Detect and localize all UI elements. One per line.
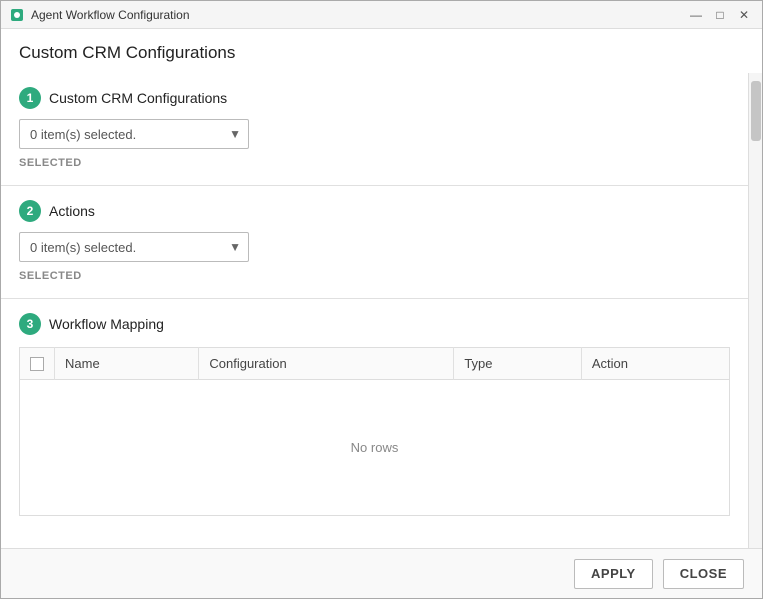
crm-dropdown-wrapper: 0 item(s) selected. ▼ — [19, 119, 249, 149]
table-header-name: Name — [55, 348, 199, 380]
table-body: No rows — [20, 380, 730, 516]
section3-header: 3 Workflow Mapping — [19, 313, 730, 335]
app-icon — [9, 7, 25, 23]
main-panel: 1 Custom CRM Configurations 0 item(s) se… — [1, 73, 748, 548]
section1-title: Custom CRM Configurations — [49, 90, 227, 106]
section2-title: Actions — [49, 203, 95, 219]
window-controls: — □ ✕ — [686, 5, 754, 25]
crm-selected-label: SELECTED — [19, 157, 730, 169]
step3-badge: 3 — [19, 313, 41, 335]
no-rows-cell: No rows — [20, 380, 730, 516]
title-bar: Agent Workflow Configuration — □ ✕ — [1, 1, 762, 29]
workflow-mapping-section: 3 Workflow Mapping Name — [1, 299, 748, 526]
close-button[interactable]: CLOSE — [663, 559, 744, 589]
title-bar-text: Agent Workflow Configuration — [31, 8, 686, 22]
actions-dropdown[interactable]: 0 item(s) selected. — [19, 232, 249, 262]
scrollbar-track[interactable] — [748, 73, 762, 548]
select-all-checkbox[interactable] — [30, 357, 44, 371]
workflow-table: Name Configuration Type Action — [19, 347, 730, 516]
no-rows-row: No rows — [20, 380, 730, 516]
window-close-button[interactable]: ✕ — [734, 5, 754, 25]
maximize-button[interactable]: □ — [710, 5, 730, 25]
table-header-row: Name Configuration Type Action — [20, 348, 730, 380]
apply-button[interactable]: APPLY — [574, 559, 653, 589]
crm-configurations-section: 1 Custom CRM Configurations 0 item(s) se… — [1, 73, 748, 186]
scrollbar-thumb[interactable] — [751, 81, 761, 141]
footer: APPLY CLOSE — [1, 548, 762, 598]
actions-section: 2 Actions 0 item(s) selected. ▼ SELECTED — [1, 186, 748, 299]
table-header-action: Action — [581, 348, 729, 380]
section2-header: 2 Actions — [19, 200, 730, 222]
minimize-button[interactable]: — — [686, 5, 706, 25]
section1-header: 1 Custom CRM Configurations — [19, 87, 730, 109]
table-header-type: Type — [454, 348, 582, 380]
step2-badge: 2 — [19, 200, 41, 222]
table-header-configuration: Configuration — [199, 348, 454, 380]
page-title: Custom CRM Configurations — [1, 29, 762, 73]
table-header-checkbox-col — [20, 348, 55, 380]
actions-dropdown-wrapper: 0 item(s) selected. ▼ — [19, 232, 249, 262]
content-area: 1 Custom CRM Configurations 0 item(s) se… — [1, 73, 762, 548]
crm-configurations-dropdown[interactable]: 0 item(s) selected. — [19, 119, 249, 149]
actions-selected-label: SELECTED — [19, 270, 730, 282]
select-all-checkbox-wrapper — [30, 357, 44, 371]
app-window: Agent Workflow Configuration — □ ✕ Custo… — [0, 0, 763, 599]
section3-title: Workflow Mapping — [49, 316, 164, 332]
step1-badge: 1 — [19, 87, 41, 109]
